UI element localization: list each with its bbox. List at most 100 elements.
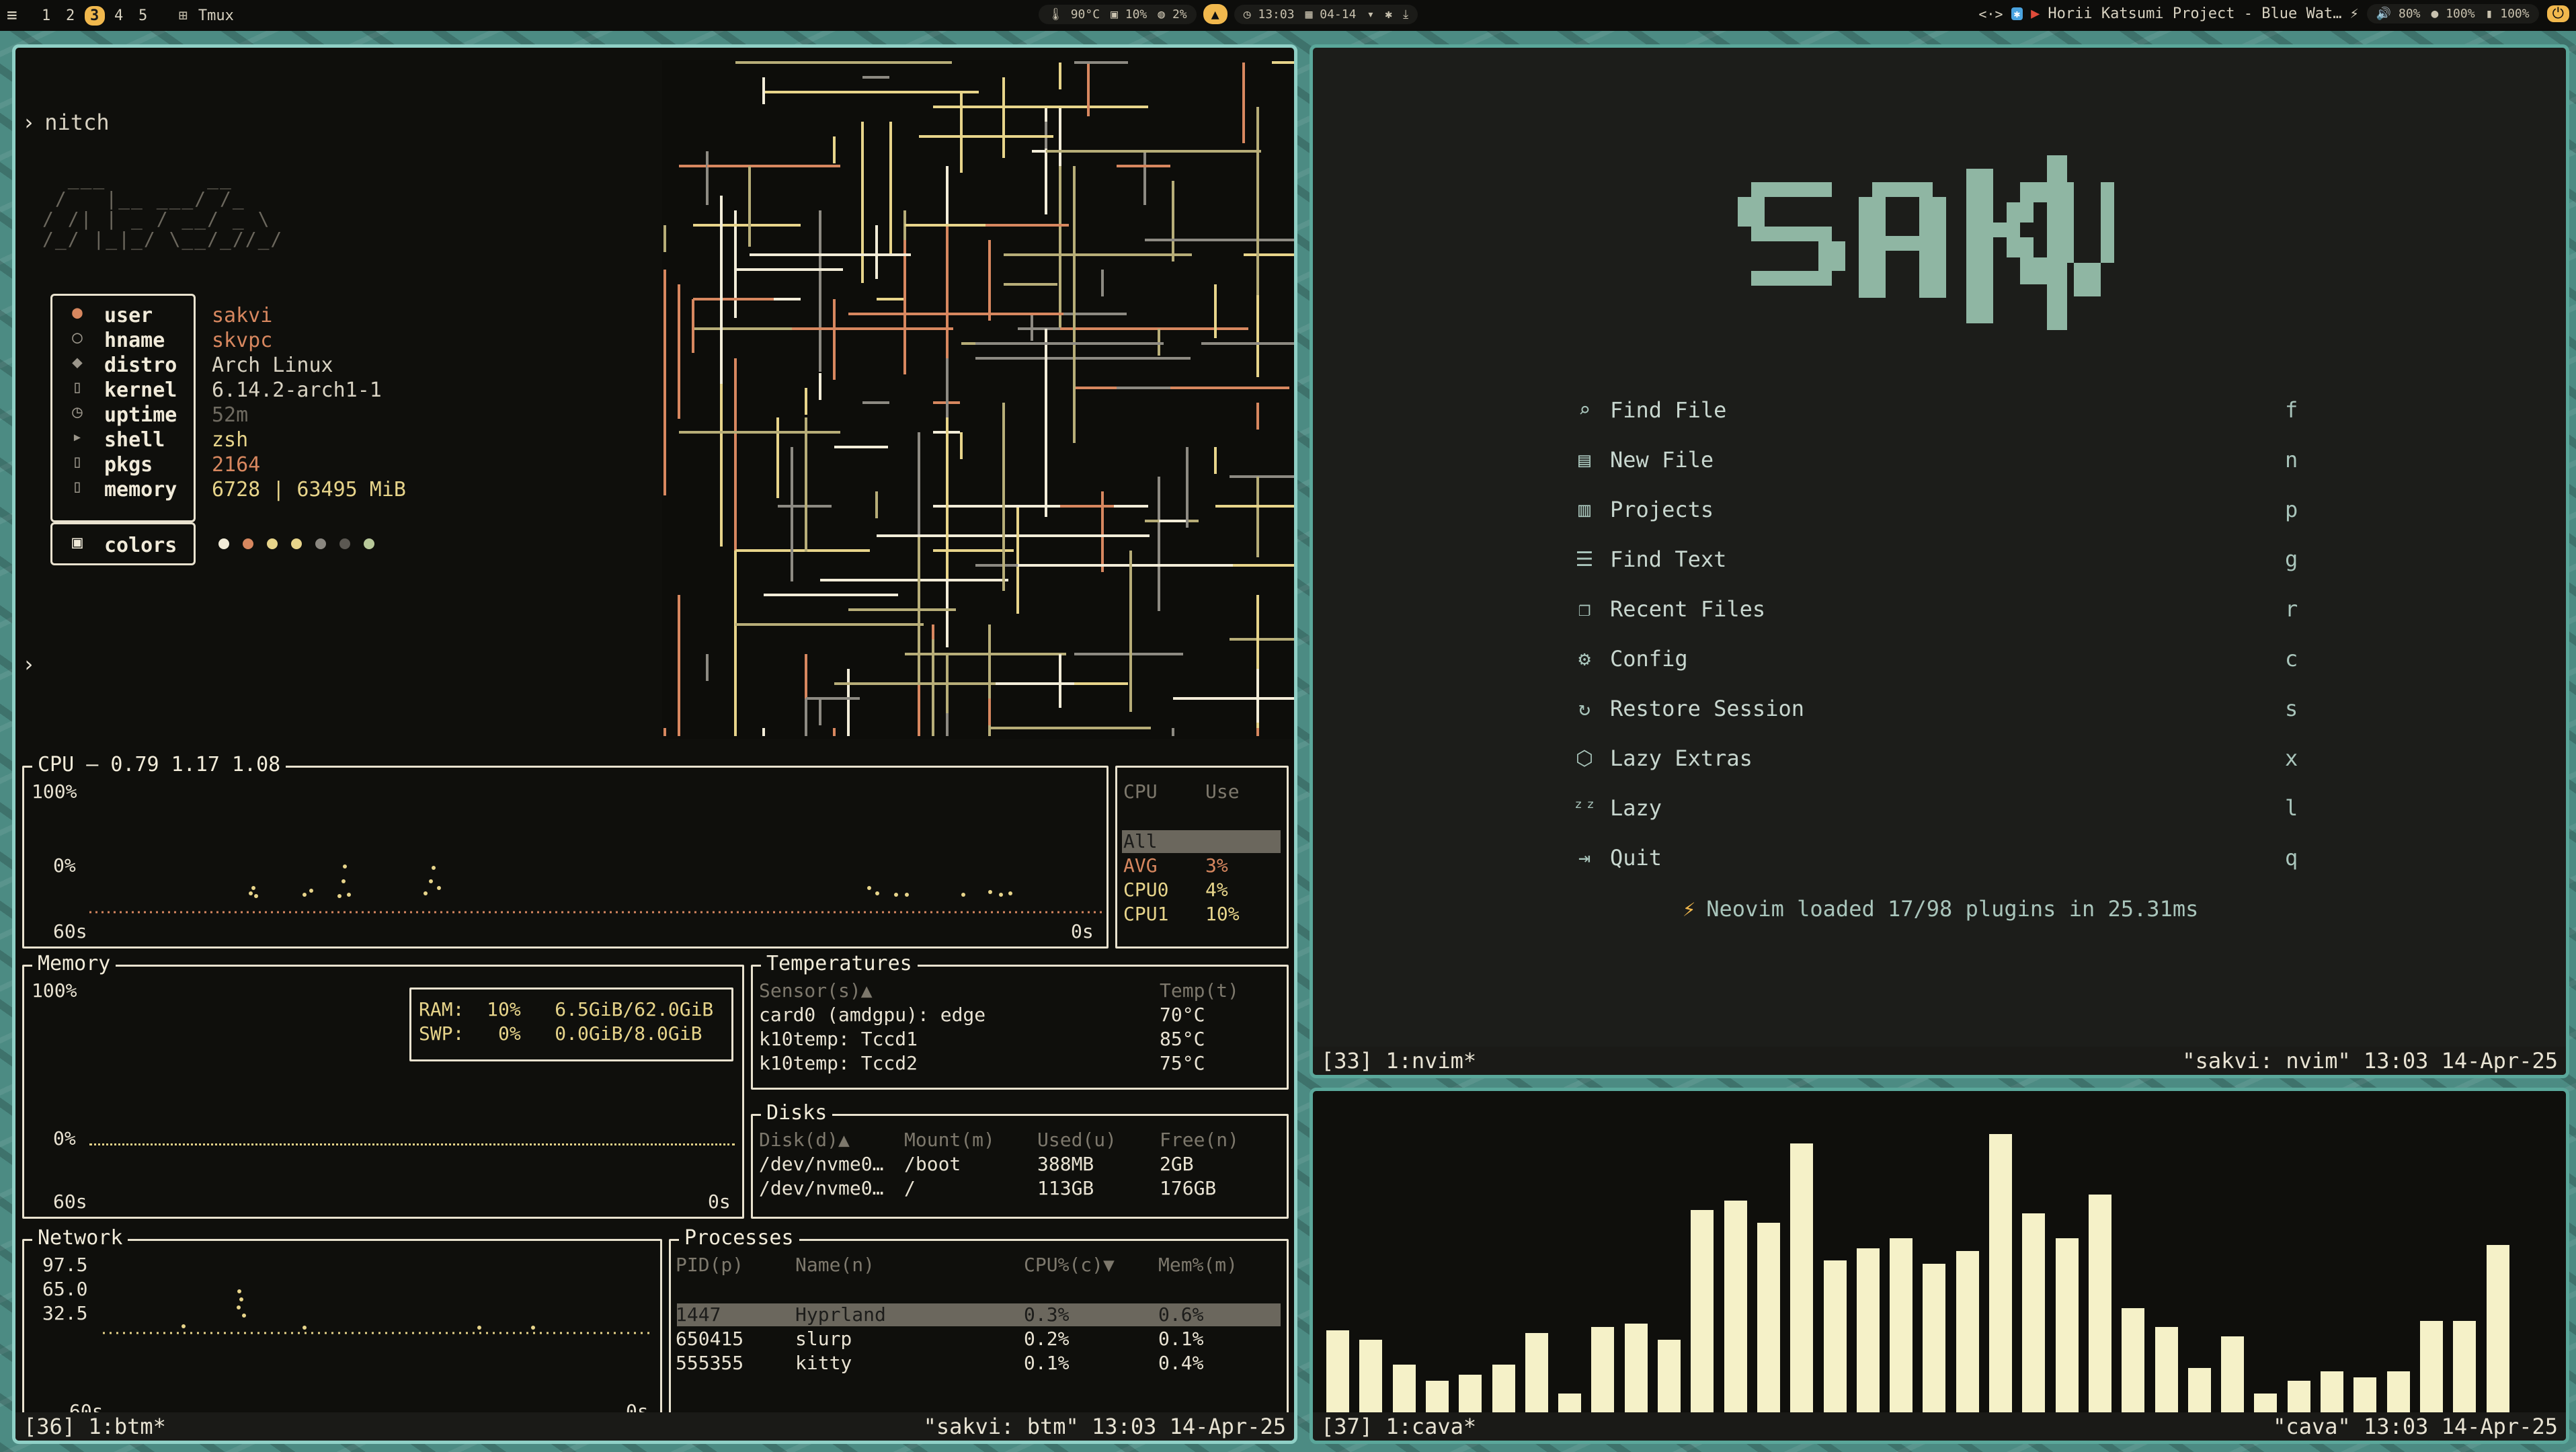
tmux-window-label[interactable]: [36] 1:btm* — [24, 1414, 166, 1439]
cpu-header[interactable]: CPU%(c)▼ — [1024, 1254, 1115, 1276]
palette-swatch — [218, 538, 229, 549]
workspace-2[interactable]: 2 — [61, 6, 81, 26]
mem-header[interactable]: Mem%(m) — [1158, 1254, 1238, 1276]
logo-pixel — [1751, 182, 1832, 197]
menu-item-key: g — [2285, 547, 2298, 572]
wifi-icon[interactable]: ▾ — [1367, 7, 1374, 22]
menu-item-label: Find File — [1610, 397, 1727, 423]
menu-item-key: p — [2285, 497, 2298, 522]
volume-readout[interactable]: 🔊 80% — [2376, 7, 2421, 21]
palette-swatch — [364, 538, 374, 549]
menu-item-restore-session[interactable]: ↻ Restore Session — [1572, 696, 1804, 721]
visualizer-bar — [1591, 1327, 1615, 1412]
file-icon: ▤ — [1578, 448, 1591, 472]
visualizer-bar — [1359, 1340, 1383, 1412]
menu-item-config[interactable]: ⚙ Config — [1572, 646, 1688, 672]
process-name[interactable]: Hyprland — [795, 1303, 886, 1326]
process-pid[interactable]: 650415 — [676, 1328, 743, 1350]
arch-logo-icon[interactable]: ▲ — [1203, 4, 1227, 24]
menu-item-label: Lazy Extras — [1610, 745, 1753, 771]
menu-item-find-text[interactable]: ☰ Find Text — [1572, 547, 1727, 572]
window-icon: ⊞ — [178, 7, 188, 24]
workspace-5[interactable]: 5 — [133, 6, 153, 26]
process-cpu: 0.2% — [1024, 1328, 1070, 1350]
cpu-row-cpu1[interactable]: CPU1 — [1123, 903, 1168, 925]
process-name[interactable]: kitty — [795, 1352, 852, 1374]
projects-icon: ▥ — [1578, 497, 1591, 522]
top-bar-right: <·> ✱ ▶ Horii Katsumi Project - Blue Wat… — [1978, 4, 2569, 24]
tmux-session-info: "sakvi: btm" 13:03 14-Apr-25 — [923, 1414, 1286, 1439]
distro-icon: ◆ — [72, 352, 83, 372]
disk-header[interactable]: Disk(d)▲ — [759, 1129, 850, 1151]
memory-title: Memory — [32, 952, 116, 975]
logo-pixel — [2074, 263, 2101, 296]
logo-pixel — [1872, 182, 1933, 197]
menu-item-projects[interactable]: ▥ Projects — [1572, 497, 1714, 522]
pid-header[interactable]: PID(p) — [676, 1254, 743, 1276]
power-icon[interactable]: ⏻ — [2546, 5, 2569, 22]
process-pid[interactable]: 1447 — [676, 1303, 721, 1326]
temp-sensor-header[interactable]: Sensor(s)▲ — [759, 979, 873, 1002]
cpu-row-avg[interactable]: AVG — [1123, 854, 1158, 877]
time-pill: ◷ 13:03 ▦ 04-14 ▾ ✱ ⤓ — [1234, 4, 1418, 24]
free-header[interactable]: Free(n) — [1160, 1129, 1239, 1151]
menu-item-recent-files[interactable]: ❐ Recent Files — [1572, 596, 1765, 622]
process-name[interactable]: slurp — [795, 1328, 852, 1350]
menu-item-quit[interactable]: ⇥ Quit — [1572, 845, 1662, 871]
workspace-3[interactable]: 3 — [84, 5, 105, 26]
cpu-y-top: 100% — [32, 780, 77, 803]
tmux-window-label[interactable]: [37] 1:cava* — [1321, 1414, 1476, 1439]
bluetooth-icon[interactable]: ✱ — [1385, 7, 1392, 22]
info-value: skvpc — [212, 329, 273, 352]
workspace-1[interactable]: 1 — [36, 6, 56, 26]
terminal-cava[interactable]: [37] 1:cava* "cava" 13:03 14-Apr-25 — [1310, 1088, 2569, 1444]
code-icon[interactable]: <·> — [1978, 6, 2003, 22]
menu-item-lazy[interactable]: ᶻᶻ Lazy — [1572, 795, 1662, 821]
terminal-nvim[interactable]: ⌕ Find File f ▤ New File n ▥ Projects p ☰ Find Tex… — [1310, 44, 2569, 1078]
cpu-row-cpu1-use: 10% — [1205, 903, 1240, 925]
visualizer-bar — [1856, 1248, 1880, 1412]
menu-item-key: s — [2285, 696, 2298, 721]
terminal-left[interactable]: › nitch ___ __ / |__ ___/ /_ / /| | _ / _… — [12, 44, 1297, 1444]
info-value: Arch Linux — [212, 354, 333, 377]
power-profile-icon[interactable]: ⚡ — [2349, 5, 2358, 22]
clock-icon: ◷ — [72, 402, 83, 422]
visualizer-bar — [2453, 1321, 2477, 1412]
name-header[interactable]: Name(n) — [795, 1254, 875, 1276]
media-icon[interactable]: ▶ — [2031, 5, 2040, 22]
cpu-table-header: CPU — [1123, 780, 1158, 803]
memory-y-bottom: 0% — [53, 1127, 76, 1150]
info-key: distro — [104, 354, 177, 377]
visualizer-bar — [1691, 1210, 1714, 1412]
cpu-row-cpu0[interactable]: CPU0 — [1123, 879, 1168, 901]
brightness-readout[interactable]: ● 100% — [2431, 7, 2475, 21]
visualizer-bar — [2155, 1327, 2178, 1412]
visualizer-bar — [2022, 1213, 2046, 1412]
tmux-status-line: [33] 1:nvim* "sakvi: nvim" 13:03 14-Apr-… — [1313, 1047, 2566, 1075]
tmux-window-label[interactable]: [33] 1:nvim* — [1321, 1048, 1476, 1074]
download-icon[interactable]: ⤓ — [1403, 7, 1408, 22]
process-pid[interactable]: 555355 — [676, 1352, 743, 1374]
temp-value-header[interactable]: Temp(t) — [1160, 979, 1239, 1002]
menu-item-key: c — [2285, 646, 2298, 672]
mount-header[interactable]: Mount(m) — [904, 1129, 995, 1151]
logo-pixel — [1751, 271, 1832, 286]
used-header[interactable]: Used(u) — [1037, 1129, 1117, 1151]
recent-files-icon: ❐ — [1578, 597, 1591, 621]
bluetooth-status-icon[interactable]: ✱ — [2011, 7, 2023, 20]
media-title[interactable]: Horii Katsumi Project - Blue Wat… — [2048, 5, 2341, 22]
menu-item-new-file[interactable]: ▤ New File — [1572, 447, 1714, 473]
gear-icon: ⚙ — [1578, 647, 1591, 671]
cpu-readout: ◍ 2% — [1158, 7, 1187, 22]
menu-item-label: Lazy — [1610, 795, 1662, 821]
visualizer-bar — [1326, 1330, 1349, 1412]
visualizer-bar — [2321, 1371, 2343, 1412]
box-icon: ⬡ — [1575, 746, 1594, 770]
menu-item-label: Find Text — [1610, 547, 1727, 572]
menu-item-lazy-extras[interactable]: ⬡ Lazy Extras — [1572, 745, 1753, 771]
menu-icon[interactable]: ≡ — [7, 5, 17, 26]
menu-item-find-file[interactable]: ⌕ Find File — [1572, 397, 1726, 423]
workspace-4[interactable]: 4 — [109, 6, 129, 26]
cpu-row-all[interactable]: All — [1123, 830, 1158, 852]
visualizer-bar — [2486, 1245, 2509, 1412]
